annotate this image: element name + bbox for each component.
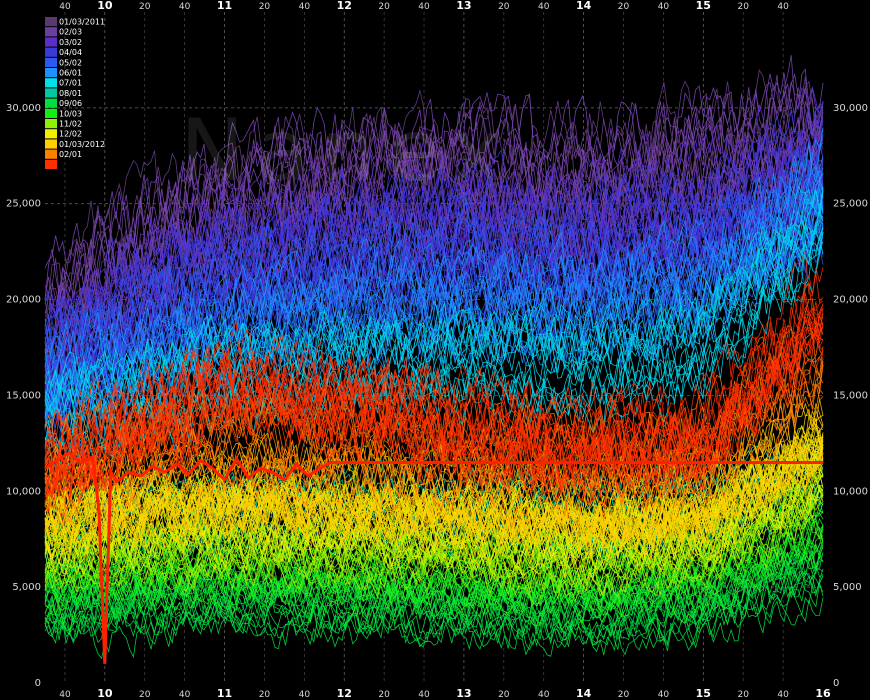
x-tick-label-top-0: 40 — [59, 2, 71, 12]
x-tick-label-bottom-10: 13 — [456, 687, 471, 700]
x-tick-label-bottom-15: 40 — [658, 690, 670, 700]
x-tick-label-bottom-19: 16 — [815, 687, 831, 700]
legend-label-2: 03/02 — [59, 38, 82, 47]
legend-label-9: 10/03 — [59, 109, 82, 118]
legend-swatch-5 — [45, 68, 57, 78]
x-tick-label-top-12: 40 — [538, 2, 550, 12]
x-tick-label-bottom-13: 14 — [576, 687, 592, 700]
legend-swatch-3 — [45, 47, 57, 57]
legend-label-0: 01/03/2011 — [59, 18, 105, 27]
legend-swatch-1 — [45, 27, 57, 37]
x-tick-label-top-16: 15 — [696, 0, 711, 12]
x-tick-label-top-1: 10 — [97, 0, 113, 12]
legend-swatch-9 — [45, 108, 57, 118]
y-tick-label-left-6: 30,000 — [6, 103, 41, 114]
y-tick-label-left-3: 15,000 — [6, 390, 41, 401]
x-tick-label-top-8: 20 — [378, 2, 390, 12]
y-tick-label-right-2: 10,000 — [833, 486, 868, 497]
x-tick-label-bottom-0: 40 — [59, 690, 71, 700]
chart-container: Nanex 0 0 5,000 5,000 10,000 10,000 15,000 15,0… — [0, 0, 870, 700]
y-tick-label-left-2: 10,000 — [6, 486, 41, 497]
legend-swatch-13 — [45, 149, 57, 159]
legend-swatch-8 — [45, 98, 57, 108]
legend-swatch-4 — [45, 57, 57, 67]
x-tick-label-bottom-17: 20 — [737, 690, 749, 700]
legend-label-1: 02/03 — [59, 28, 82, 37]
x-tick-label-top-9: 40 — [418, 2, 430, 12]
x-tick-label-top-11: 20 — [498, 2, 510, 12]
y-tick-label-left-5: 25,000 — [6, 199, 41, 210]
legend-swatch-10 — [45, 119, 57, 129]
legend-label-13: 02/01 — [59, 150, 82, 159]
y-tick-label-right-0: 0 — [833, 678, 839, 689]
y-tick-label-left-0: 0 — [35, 678, 41, 689]
x-tick-label-top-15: 40 — [658, 2, 670, 12]
x-tick-label-top-3: 40 — [179, 2, 191, 12]
x-tick-label-bottom-7: 12 — [337, 687, 352, 700]
legend-swatch-11 — [45, 129, 57, 139]
y-tick-label-right-4: 20,000 — [833, 295, 868, 306]
y-tick-label-left-4: 20,000 — [6, 295, 41, 306]
legend-swatch-12 — [45, 139, 57, 149]
legend-label-7: 08/01 — [59, 89, 82, 98]
legend-label-3: 04/04 — [59, 48, 82, 57]
legend-label-8: 09/06 — [59, 99, 82, 108]
x-tick-label-top-18: 40 — [777, 2, 789, 12]
legend-label-5: 06/01 — [59, 69, 82, 78]
x-tick-label-bottom-5: 20 — [259, 690, 271, 700]
x-tick-label-bottom-12: 40 — [538, 690, 550, 700]
watermark-text: Nanex — [180, 101, 514, 201]
x-tick-label-bottom-1: 10 — [97, 687, 113, 700]
y-tick-label-right-5: 25,000 — [833, 199, 868, 210]
line-chart: Nanex 0 0 5,000 5,000 10,000 10,000 15,000 15,0… — [0, 0, 870, 700]
x-tick-label-top-10: 13 — [456, 0, 471, 12]
x-tick-label-bottom-8: 20 — [378, 690, 390, 700]
x-tick-label-top-4: 11 — [217, 0, 232, 12]
legend-swatch-7 — [45, 88, 57, 98]
x-tick-label-top-6: 40 — [299, 2, 311, 12]
x-tick-label-top-14: 20 — [618, 2, 630, 12]
x-tick-label-bottom-16: 15 — [696, 687, 711, 700]
legend-label-10: 11/02 — [59, 120, 82, 129]
x-tick-label-bottom-14: 20 — [618, 690, 630, 700]
y-tick-label-right-6: 30,000 — [833, 103, 868, 114]
x-tick-label-bottom-6: 40 — [299, 690, 311, 700]
x-tick-label-top-5: 20 — [259, 2, 271, 12]
x-tick-label-bottom-18: 40 — [777, 690, 789, 700]
legend-swatch-0 — [45, 17, 57, 27]
y-tick-label-right-1: 5,000 — [833, 582, 862, 593]
legend-swatch-2 — [45, 37, 57, 47]
y-tick-label-left-1: 5,000 — [12, 582, 41, 593]
legend-label-4: 05/02 — [59, 58, 82, 67]
x-tick-label-bottom-4: 11 — [217, 687, 232, 700]
legend-swatch-6 — [45, 78, 57, 88]
x-tick-label-top-13: 14 — [576, 0, 592, 12]
legend-label-6: 07/01 — [59, 79, 82, 88]
x-tick-label-bottom-3: 40 — [179, 690, 191, 700]
legend-swatch-14 — [45, 159, 57, 169]
x-tick-label-top-17: 20 — [737, 2, 749, 12]
x-tick-label-bottom-2: 20 — [139, 690, 151, 700]
x-tick-label-bottom-11: 20 — [498, 690, 510, 700]
legend-label-11: 12/02 — [59, 130, 82, 139]
x-tick-label-bottom-9: 40 — [418, 690, 430, 700]
x-tick-label-top-2: 20 — [139, 2, 151, 12]
y-tick-label-right-3: 15,000 — [833, 390, 868, 401]
x-tick-label-top-7: 12 — [337, 0, 352, 12]
legend-label-12: 01/03/2012 — [59, 140, 105, 149]
